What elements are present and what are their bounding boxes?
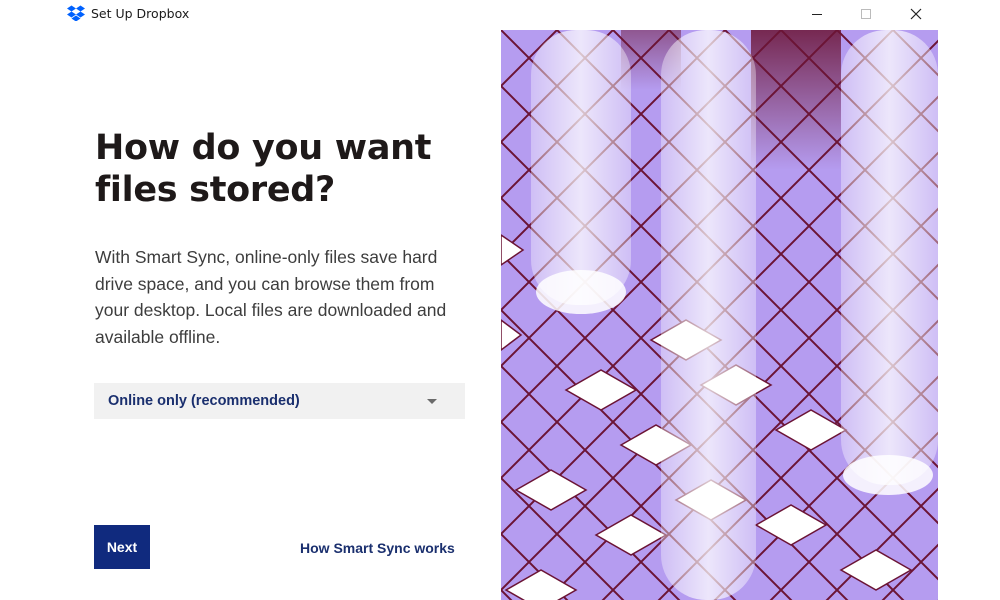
minimize-button[interactable]	[794, 0, 840, 28]
dropbox-logo-icon	[67, 5, 85, 21]
smart-sync-description: With Smart Sync, online-only files save …	[95, 247, 447, 347]
title-bar[interactable]: Set Up Dropbox	[0, 0, 1000, 28]
heading-line-2: files stored?	[95, 170, 336, 210]
next-button[interactable]: Next	[94, 525, 150, 569]
illustration-panel	[501, 30, 938, 600]
close-button[interactable]	[893, 0, 939, 28]
storage-illustration	[501, 30, 938, 600]
window-title: Set Up Dropbox	[91, 6, 190, 21]
chevron-down-icon	[427, 399, 437, 404]
how-smart-sync-works-link[interactable]: How Smart Sync works	[300, 540, 455, 556]
minimize-icon	[812, 14, 822, 15]
heading-line-1: How do you want	[95, 128, 432, 168]
storage-mode-dropdown[interactable]: Online only (recommended)	[94, 383, 465, 419]
page-heading: How do you want files stored?	[95, 127, 485, 211]
close-icon	[910, 8, 922, 20]
storage-mode-selected-value: Online only (recommended)	[108, 393, 300, 409]
maximize-button[interactable]	[843, 0, 889, 28]
maximize-icon	[861, 9, 871, 19]
